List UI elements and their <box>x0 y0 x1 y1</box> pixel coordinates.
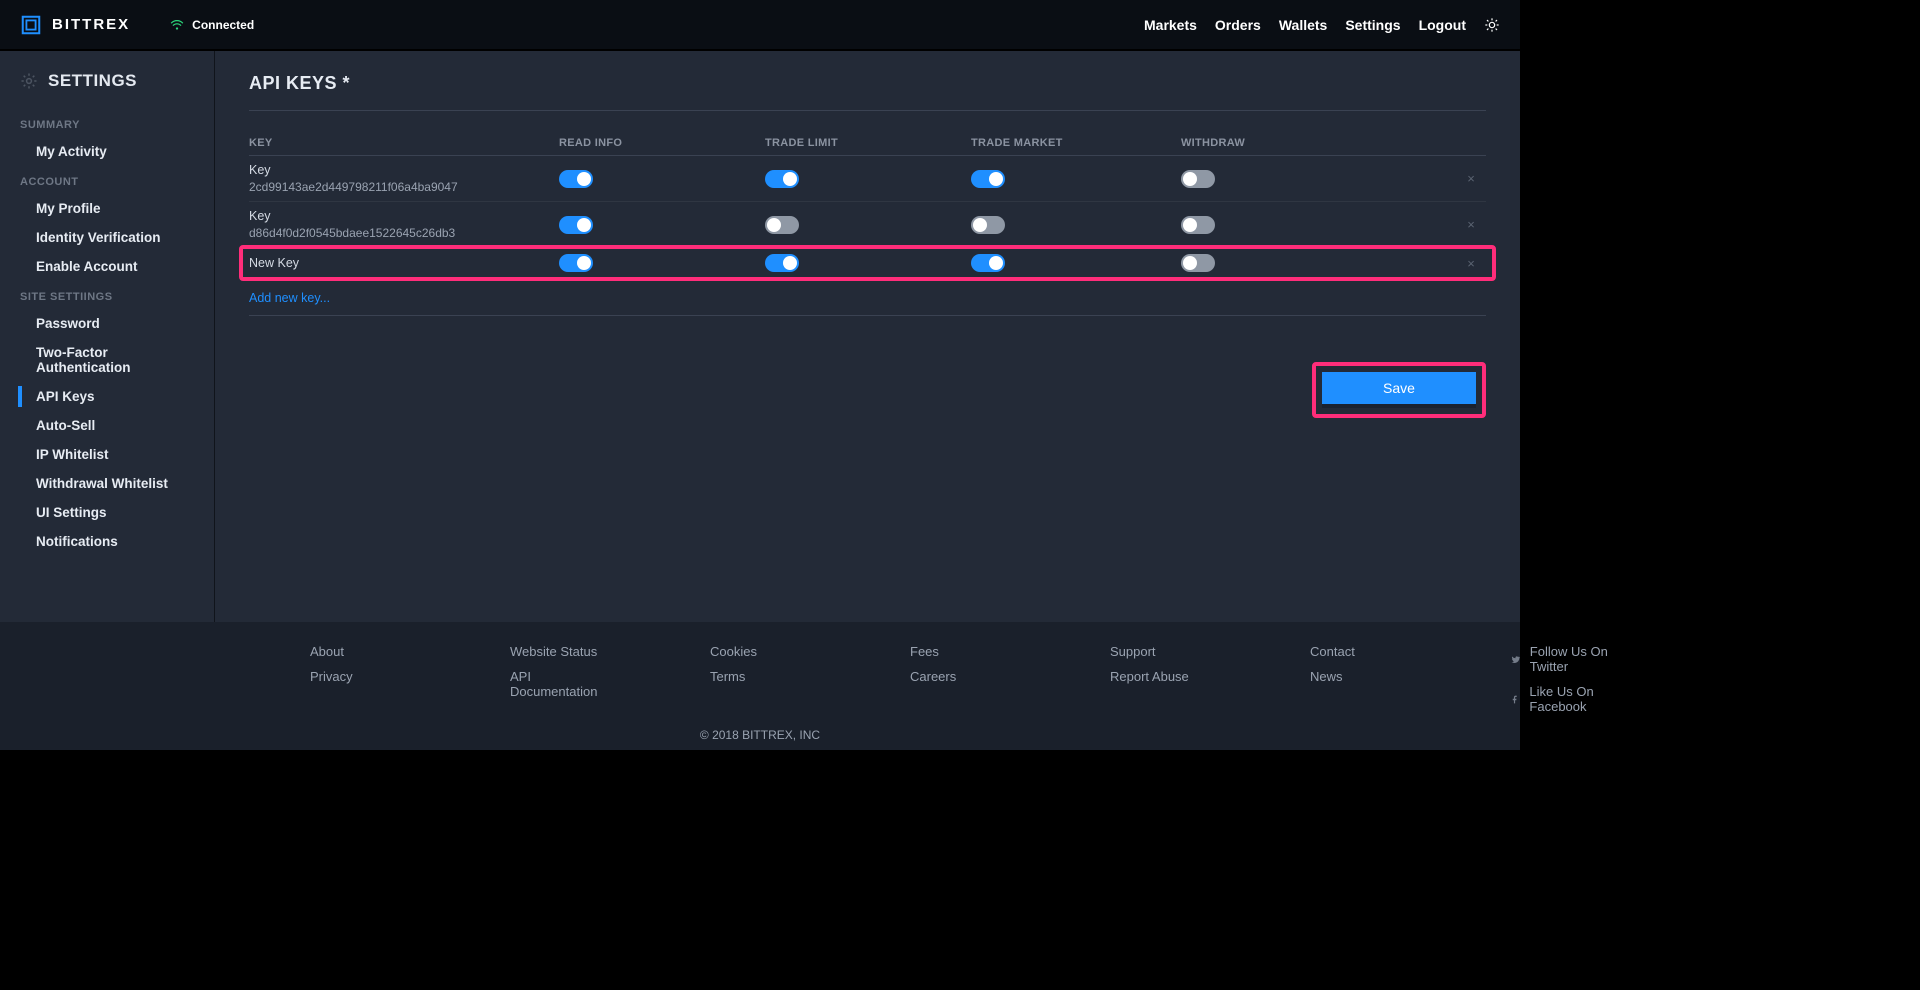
toggle-withdraw[interactable] <box>1181 170 1215 188</box>
sidebar-item-password[interactable]: Password <box>0 309 214 338</box>
remove-key-button[interactable]: × <box>1456 217 1486 232</box>
nav-logout[interactable]: Logout <box>1419 17 1466 33</box>
social-facebook[interactable]: Like Us On Facebook <box>1510 684 1620 714</box>
sidebar-item-withdrawal-whitelist[interactable]: Withdrawal Whitelist <box>0 469 214 498</box>
bottom-blackbar <box>0 750 1520 784</box>
toggle-tradelimit[interactable] <box>765 170 799 188</box>
table-row: Key2cd99143ae2d449798211f06a4ba9047 × <box>249 156 1486 202</box>
key-label: Key <box>249 162 559 179</box>
top-nav: Markets Orders Wallets Settings Logout <box>1144 17 1500 33</box>
col-tradelimit: TRADE LIMIT <box>765 137 971 149</box>
copyright: © 2018 BITTREX, INC <box>0 728 1520 742</box>
twitter-icon <box>1510 653 1520 666</box>
footer-link-support[interactable]: Support <box>1110 644 1220 659</box>
sidebar-item-ui-settings[interactable]: UI Settings <box>0 498 214 527</box>
col-trademarket: TRADE MARKET <box>971 137 1181 149</box>
footer: About Privacy Website Status API Documentat… <box>0 622 1520 750</box>
key-cell: Keyd86d4f0d2f0545bdaee1522645c26db3 <box>249 208 559 241</box>
sidebar-item-ip-whitelist[interactable]: IP Whitelist <box>0 440 214 469</box>
col-withdraw: WITHDRAW <box>1181 137 1456 149</box>
api-keys-table: KEY READ INFO TRADE LIMIT TRADE MARKET W… <box>249 137 1486 316</box>
nav-markets[interactable]: Markets <box>1144 17 1197 33</box>
footer-link-contact[interactable]: Contact <box>1310 644 1420 659</box>
toggle-readinfo[interactable] <box>559 254 593 272</box>
sidebar-item-two-factor-authentication[interactable]: Two-Factor Authentication <box>0 338 214 382</box>
key-label: Key <box>249 208 559 225</box>
save-button[interactable]: Save <box>1322 372 1476 408</box>
sidebar-item-enable-account[interactable]: Enable Account <box>0 252 214 281</box>
save-highlight: Save <box>1312 362 1486 418</box>
footer-link-about[interactable]: About <box>310 644 420 659</box>
col-key: KEY <box>249 137 559 149</box>
footer-link-website-status[interactable]: Website Status <box>510 644 620 659</box>
add-new-key-link[interactable]: Add new key... <box>249 291 330 305</box>
wifi-icon <box>170 18 184 32</box>
table-row: New Key × <box>249 248 1486 279</box>
brand-name: BITTREX <box>52 16 130 33</box>
remove-key-button[interactable]: × <box>1456 171 1486 186</box>
sidebar-item-my-activity[interactable]: My Activity <box>0 137 214 166</box>
nav-orders[interactable]: Orders <box>1215 17 1261 33</box>
sidebar-item-auto-sell[interactable]: Auto-Sell <box>0 411 214 440</box>
toggle-trademarket[interactable] <box>971 170 1005 188</box>
key-value: 2cd99143ae2d449798211f06a4ba9047 <box>249 179 559 195</box>
toggle-withdraw[interactable] <box>1181 254 1215 272</box>
sidebar-group-label: SITE SETTIINGS <box>0 291 214 303</box>
topbar: BITTREX Connected Markets Orders Wallets… <box>0 0 1520 50</box>
footer-link-terms[interactable]: Terms <box>710 669 820 684</box>
facebook-icon <box>1510 693 1519 706</box>
table-header: KEY READ INFO TRADE LIMIT TRADE MARKET W… <box>249 137 1486 156</box>
sidebar-group-label: ACCOUNT <box>0 176 214 188</box>
key-cell: New Key <box>249 255 559 272</box>
sidebar-item-identity-verification[interactable]: Identity Verification <box>0 223 214 252</box>
toggle-trademarket[interactable] <box>971 254 1005 272</box>
sidebar-item-api-keys[interactable]: API Keys <box>0 382 214 411</box>
footer-link-api-documentation[interactable]: API Documentation <box>510 669 620 699</box>
connection-status: Connected <box>170 18 254 32</box>
remove-key-button[interactable]: × <box>1456 256 1486 271</box>
footer-link-cookies[interactable]: Cookies <box>710 644 820 659</box>
brand[interactable]: BITTREX <box>20 14 130 36</box>
toggle-readinfo[interactable] <box>559 216 593 234</box>
footer-link-news[interactable]: News <box>1310 669 1420 684</box>
sidebar-title: SETTINGS <box>0 71 214 109</box>
footer-link-report-abuse[interactable]: Report Abuse <box>1110 669 1220 684</box>
toggle-withdraw[interactable] <box>1181 216 1215 234</box>
footer-link-fees[interactable]: Fees <box>910 644 1020 659</box>
page-title: API KEYS * <box>249 73 1486 111</box>
theme-toggle-icon[interactable] <box>1484 17 1500 33</box>
connected-label: Connected <box>192 18 254 32</box>
sidebar-item-notifications[interactable]: Notifications <box>0 527 214 556</box>
nav-settings[interactable]: Settings <box>1345 17 1400 33</box>
gear-icon <box>20 72 38 90</box>
nav-wallets[interactable]: Wallets <box>1279 17 1328 33</box>
toggle-readinfo[interactable] <box>559 170 593 188</box>
sidebar: SETTINGS SUMMARY My Activity ACCOUNT My Pro… <box>0 51 215 622</box>
key-label: New Key <box>249 255 559 272</box>
social-twitter[interactable]: Follow Us On Twitter <box>1510 644 1620 674</box>
col-readinfo: READ INFO <box>559 137 765 149</box>
add-row: Add new key... <box>249 279 1486 316</box>
sidebar-item-my-profile[interactable]: My Profile <box>0 194 214 223</box>
key-value: d86d4f0d2f0545bdaee1522645c26db3 <box>249 225 559 241</box>
table-row: Keyd86d4f0d2f0545bdaee1522645c26db3 × <box>249 202 1486 248</box>
sidebar-heading: SETTINGS <box>48 71 137 91</box>
footer-link-careers[interactable]: Careers <box>910 669 1020 684</box>
toggle-trademarket[interactable] <box>971 216 1005 234</box>
toggle-tradelimit[interactable] <box>765 216 799 234</box>
toggle-tradelimit[interactable] <box>765 254 799 272</box>
main-content: API KEYS * KEY READ INFO TRADE LIMIT TRA… <box>215 51 1520 622</box>
key-cell: Key2cd99143ae2d449798211f06a4ba9047 <box>249 162 559 195</box>
logo-icon <box>20 14 42 36</box>
sidebar-group-label: SUMMARY <box>0 119 214 131</box>
footer-link-privacy[interactable]: Privacy <box>310 669 420 684</box>
